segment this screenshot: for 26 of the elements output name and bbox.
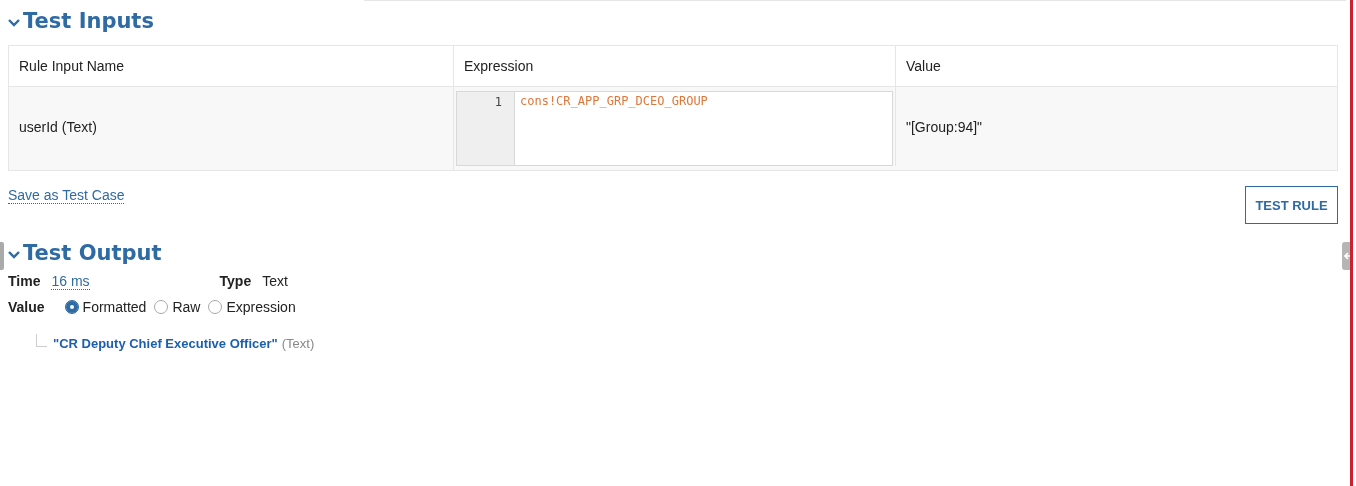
result-value: "CR Deputy Chief Executive Officer" [53,336,278,351]
radio-button[interactable] [64,300,79,314]
radio-label[interactable]: Expression [226,299,296,315]
table-cell: "[Group:94]" [895,87,1337,166]
time-value[interactable]: 16 ms [51,272,90,290]
value-label: Value [8,299,45,315]
type-value: Text [262,273,288,289]
radio-button[interactable] [208,300,223,314]
chevron-icon[interactable] [8,250,20,259]
chevron-icon[interactable] [8,18,20,27]
radio-label[interactable]: Raw [172,299,201,315]
test-rule-button[interactable]: TEST RULE [1245,186,1338,224]
arrow-icon [1344,252,1352,260]
result-type: (Text) [281,336,315,351]
expression-editor[interactable]: 1 cons!CR_APP_GRP_DCEO_GROUP [456,91,893,166]
table-cell-text: userId (Text) [18,117,98,137]
time-label: Time [8,273,41,289]
line-number: 1 [494,95,502,109]
save-as-test-case-link[interactable]: Save as Test Case [8,187,125,204]
code-text: cons!CR_APP_GRP_DCEO_GROUP [520,94,708,108]
section-title: Test Output [23,241,162,265]
radio-button[interactable] [154,300,169,314]
type-label: Type [219,273,252,289]
radio-label[interactable]: Formatted [82,299,147,315]
section-title: Test Inputs [23,9,154,33]
left-panel-handle[interactable] [0,242,4,270]
